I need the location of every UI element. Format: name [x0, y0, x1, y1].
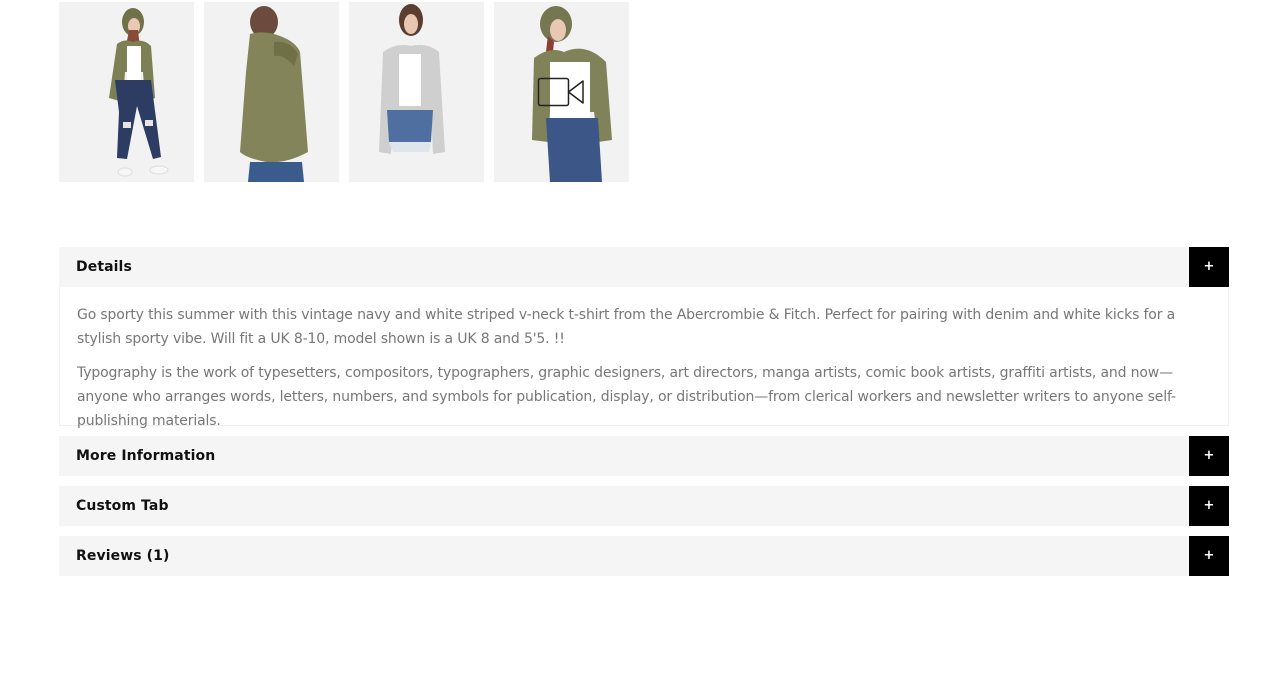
- accordion-item-details: Details + Go sporty this summer with thi…: [59, 247, 1229, 429]
- expand-toggle-button[interactable]: +: [1189, 247, 1229, 287]
- accordion-item-reviews: Reviews (1) +: [59, 536, 1229, 576]
- thumb-video-green-hoodie[interactable]: [494, 2, 629, 182]
- expand-toggle-button[interactable]: +: [1189, 536, 1229, 576]
- details-paragraph: Typography is the work of typesetters, c…: [77, 365, 1176, 429]
- expand-toggle-button[interactable]: +: [1189, 486, 1229, 526]
- accordion-title: Reviews (1): [76, 548, 170, 564]
- video-camera-icon: [537, 77, 584, 107]
- product-photo: [204, 2, 339, 182]
- expand-toggle-button[interactable]: +: [1189, 436, 1229, 476]
- product-info-accordion: Details + Go sporty this summer with thi…: [59, 247, 1229, 586]
- accordion-title: Custom Tab: [76, 498, 169, 514]
- accordion-item-more-information: More Information +: [59, 436, 1229, 476]
- accordion-header-reviews[interactable]: Reviews (1) +: [59, 536, 1229, 576]
- product-photo: [349, 2, 484, 182]
- accordion-title: More Information: [76, 448, 216, 464]
- product-thumbnail-gallery: [59, 2, 629, 182]
- thumb-back-green-hoodie[interactable]: [204, 2, 339, 182]
- thumb-front-green-hoodie[interactable]: [59, 2, 194, 182]
- accordion-title: Details: [76, 259, 132, 275]
- product-photo: [59, 2, 194, 182]
- accordion-header-more-information[interactable]: More Information +: [59, 436, 1229, 476]
- accordion-item-custom-tab: Custom Tab +: [59, 486, 1229, 526]
- accordion-header-custom-tab[interactable]: Custom Tab +: [59, 486, 1229, 526]
- accordion-body-details: Go sporty this summer with this vintage …: [59, 287, 1229, 429]
- details-paragraph: Go sporty this summer with this vintage …: [77, 307, 1176, 347]
- product-page: Details + Go sporty this summer with thi…: [0, 0, 1285, 675]
- thumb-grey-cardigan[interactable]: [349, 2, 484, 182]
- accordion-header-details[interactable]: Details +: [59, 247, 1229, 287]
